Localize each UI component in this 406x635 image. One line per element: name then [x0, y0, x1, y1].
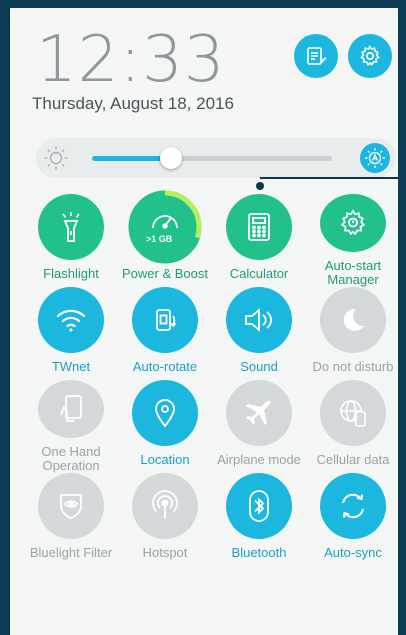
brightness-slider-thumb[interactable]	[160, 147, 183, 169]
gear-icon	[358, 44, 382, 68]
tile-flashlight-button[interactable]	[38, 194, 104, 260]
auto-brightness-button[interactable]	[360, 143, 390, 173]
tile-cellular-data-label: Cellular data	[316, 452, 390, 467]
tile-location-button[interactable]	[132, 380, 198, 446]
notes-edit-icon	[305, 45, 327, 67]
tile-autorotate-button[interactable]	[132, 287, 198, 353]
tile-auto-sync[interactable]: Auto-sync	[306, 473, 398, 566]
tile-sound-label: Sound	[240, 359, 278, 374]
clock-time: 12:33	[36, 23, 226, 97]
speedometer-icon	[150, 209, 180, 231]
sync-icon	[337, 490, 369, 522]
quick-settings-panel: 12:33 Thursday, August 18, 2016 Flashlig…	[8, 8, 398, 635]
tile-do-not-disturb[interactable]: Do not disturb	[306, 287, 398, 380]
tile-flashlight[interactable]: Flashlight	[24, 194, 118, 287]
brightness-bar	[36, 138, 396, 178]
tile-calculator-label: Calculator	[229, 266, 289, 281]
tile-bluelight-filter-label: Bluelight Filter	[29, 545, 113, 560]
one-hand-icon	[56, 393, 86, 425]
tile-bluetooth[interactable]: Bluetooth	[212, 473, 306, 566]
tile-do-not-disturb-label: Do not disturb	[312, 359, 394, 374]
eye-icon	[56, 491, 86, 521]
tile-autostart-manager-button[interactable]	[320, 194, 386, 252]
tile-twnet-label: TWnet	[51, 359, 91, 374]
tile-one-hand-operation-button[interactable]	[38, 380, 104, 438]
tile-flashlight-label: Flashlight	[43, 266, 99, 281]
airplane-icon	[243, 397, 275, 429]
tile-autorotate-label: Auto-rotate	[132, 359, 198, 374]
tile-power-boost-button[interactable]: >1 GB	[128, 190, 202, 264]
annotation-pointer-dot	[256, 182, 264, 190]
calculator-icon	[246, 212, 272, 242]
tile-calculator[interactable]: Calculator	[212, 194, 306, 287]
tile-one-hand-operation-label: One Hand Operation	[41, 444, 101, 473]
tile-auto-sync-button[interactable]	[320, 473, 386, 539]
annotation-pointer-line	[260, 177, 398, 179]
tile-autostart-manager[interactable]: Auto-start Manager	[306, 194, 398, 287]
tile-bluetooth-button[interactable]	[226, 473, 292, 539]
tile-bluelight-filter-button[interactable]	[38, 473, 104, 539]
clock-date: Thursday, August 18, 2016	[32, 94, 234, 113]
quick-settings-grid: Flashlight >1 GB Power & Boost Calculato…	[10, 190, 398, 566]
tile-cellular-data[interactable]: Cellular data	[306, 380, 398, 473]
bluetooth-icon	[247, 489, 271, 523]
brightness-sun-icon	[42, 144, 70, 172]
tile-calculator-button[interactable]	[226, 194, 292, 260]
tile-airplane-mode-label: Airplane mode	[217, 452, 301, 467]
globe-phone-icon	[337, 397, 369, 429]
tile-sound[interactable]: Sound	[212, 287, 306, 380]
boost-memory-label: >1 GB	[146, 234, 173, 244]
wifi-icon	[55, 307, 87, 333]
flashlight-icon	[56, 210, 86, 244]
tile-auto-sync-label: Auto-sync	[324, 545, 382, 560]
edit-notes-button[interactable]	[294, 34, 338, 78]
tile-airplane-mode-button[interactable]	[226, 380, 292, 446]
tile-hotspot-label: Hotspot	[142, 545, 188, 560]
tile-hotspot-button[interactable]	[132, 473, 198, 539]
location-pin-icon	[153, 398, 177, 428]
speaker-icon	[243, 306, 275, 334]
gear-icon	[338, 208, 368, 238]
tile-location-label: Location	[140, 452, 190, 467]
hotspot-icon	[150, 490, 180, 522]
tile-bluetooth-label: Bluetooth	[231, 545, 287, 560]
moon-icon	[339, 306, 367, 334]
tile-twnet[interactable]: TWnet	[24, 287, 118, 380]
tile-sound-button[interactable]	[226, 287, 292, 353]
tile-power-boost-label: Power & Boost	[122, 266, 208, 281]
tile-autostart-manager-label: Auto-start Manager	[324, 258, 382, 287]
brightness-slider-track[interactable]	[92, 156, 332, 161]
tile-one-hand-operation[interactable]: One Hand Operation	[24, 380, 118, 473]
tile-hotspot[interactable]: Hotspot	[118, 473, 212, 566]
tile-autorotate[interactable]: Auto-rotate	[118, 287, 212, 380]
tile-do-not-disturb-button[interactable]	[320, 287, 386, 353]
rotate-icon	[150, 305, 180, 335]
tile-location[interactable]: Location	[118, 380, 212, 473]
auto-brightness-icon	[364, 147, 386, 169]
tile-twnet-button[interactable]	[38, 287, 104, 353]
tile-bluelight-filter[interactable]: Bluelight Filter	[24, 473, 118, 566]
settings-button[interactable]	[348, 34, 392, 78]
tile-airplane-mode[interactable]: Airplane mode	[212, 380, 306, 473]
tile-power-boost[interactable]: >1 GB Power & Boost	[118, 190, 212, 287]
tile-cellular-data-button[interactable]	[320, 380, 386, 446]
